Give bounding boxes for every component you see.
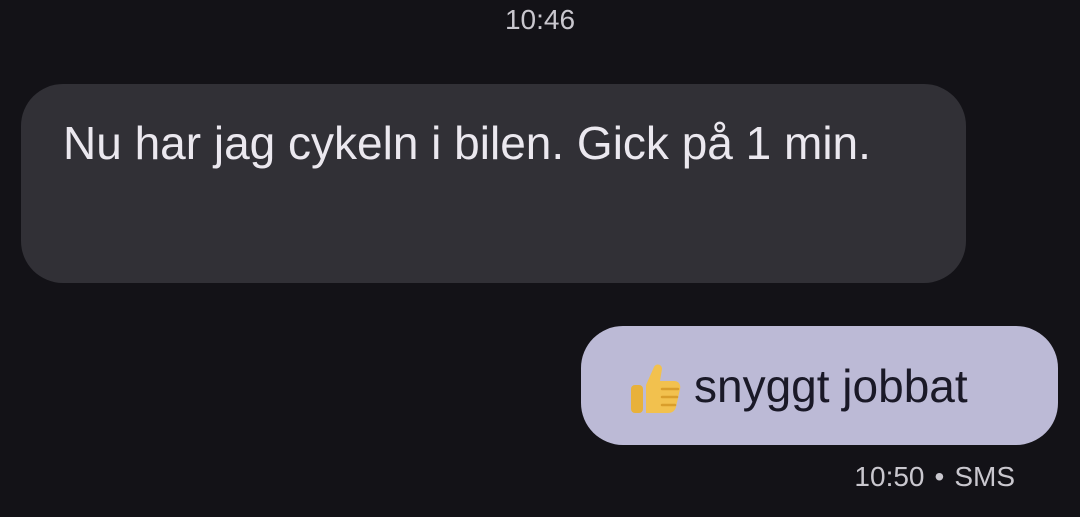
message-status-row: 10:50 • SMS [854,460,1015,494]
outgoing-message-text: snyggt jobbat [694,359,968,412]
message-time: 10:50 [854,461,925,492]
incoming-message-bubble[interactable]: Nu har jag cykeln i bilen. Gick på 1 min… [21,84,966,283]
thumbs-up-icon [631,364,681,413]
conversation-timestamp: 10:46 [504,4,576,35]
outgoing-message-bubble[interactable]: snyggt jobbat [581,326,1058,445]
message-channel-label: SMS [954,461,1015,492]
incoming-message-text: Nu har jag cykeln i bilen. Gick på 1 min… [63,117,871,169]
separator-dot: • [934,461,945,492]
